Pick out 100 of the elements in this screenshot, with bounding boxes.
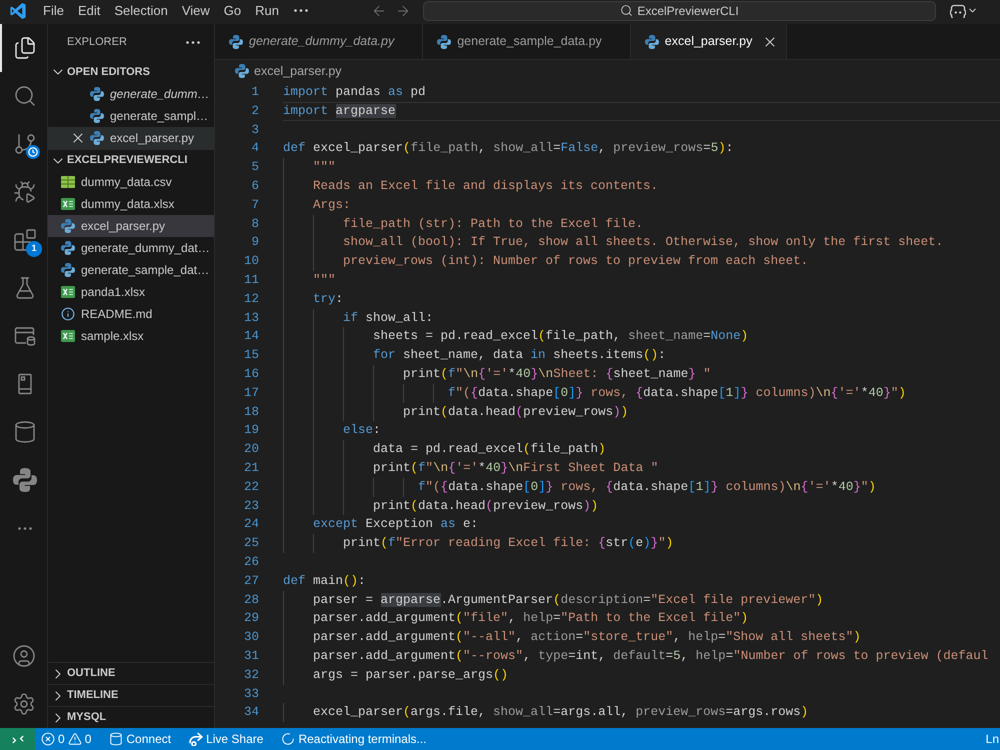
section-header[interactable]: TIMELINE <box>48 684 214 706</box>
code-line: preview_rows (int): Number of rows to preview from each sheet. <box>343 253 808 270</box>
code-line: args = parser.parse_args() <box>313 666 508 684</box>
line-number: 29 <box>242 610 260 628</box>
explorer-entry[interactable]: dummy_data.csv <box>48 171 214 193</box>
code-line: import pandas as pd <box>283 84 426 101</box>
section-header[interactable]: OPEN EDITORS <box>48 61 214 83</box>
account-icon <box>12 644 36 668</box>
code-line: data = pd.read_excel(file_path) <box>373 441 606 458</box>
python-icon <box>437 34 452 48</box>
errors-status-item[interactable]: 0 <box>35 728 67 750</box>
menu-item[interactable]: Selection <box>107 0 175 20</box>
menu-item[interactable]: Go <box>216 0 248 20</box>
menu-item[interactable]: View <box>174 0 217 20</box>
progress-status-item[interactable]: Reactivating terminals... <box>275 728 433 750</box>
explorer-entry[interactable]: README.md <box>48 303 214 325</box>
breadcrumb-item[interactable]: excel_parser.py <box>254 62 342 80</box>
open-editor-entry[interactable]: generate_dumm… <box>48 83 214 105</box>
explorer-entry[interactable]: panda1.xlsx <box>48 281 214 303</box>
remote-icon <box>12 734 24 744</box>
line-number: 21 <box>242 460 260 477</box>
more-icon <box>186 41 200 44</box>
line-number: 23 <box>242 498 260 515</box>
line-number: 20 <box>242 441 260 458</box>
line-number: 17 <box>242 384 260 402</box>
live-share-status-item[interactable]: Live Share <box>183 728 270 750</box>
code-line: sheets = pd.read_excel(file_path, sheet_name=None) <box>373 328 748 346</box>
warnings-status-item[interactable]: 0 <box>66 728 104 750</box>
spreadsheet-icon <box>61 330 75 342</box>
clock-badge-icon <box>26 145 40 159</box>
line-number: 16 <box>242 366 260 383</box>
code-line: """ <box>313 159 336 176</box>
warning-icon <box>68 732 82 746</box>
app-logo-icon <box>10 2 26 18</box>
line-number: 18 <box>242 404 260 421</box>
share-arrow-icon <box>189 732 204 746</box>
line-number: 12 <box>242 290 260 308</box>
code-line: file_path (str): Path to the Excel file. <box>343 216 644 233</box>
section-header[interactable]: EXCELPREVIEWERCLI <box>48 149 214 171</box>
python-icon <box>235 64 249 78</box>
code-line: excel_parser(args.file, show_all=args.all, preview_rows=args.rows) <box>313 704 808 722</box>
line-number: 30 <box>242 629 260 646</box>
search-icon <box>620 4 634 17</box>
extensions-button[interactable]: 1 <box>0 216 48 264</box>
notification-count: 1 <box>26 241 42 257</box>
code-line: parser = argparse.ArgumentParser(description="Excel file previewer") <box>313 592 824 609</box>
python-icon <box>229 34 243 48</box>
menu-item[interactable]: File <box>36 0 71 20</box>
line-number: 6 <box>250 178 260 195</box>
code-line: def excel_parser(file_path, show_all=False, preview_rows=5): <box>283 140 734 158</box>
explorer-entry[interactable]: excel_parser.py <box>48 215 214 237</box>
python-icon <box>90 109 104 123</box>
line-number: 1 <box>250 84 260 101</box>
line-number: 7 <box>250 196 260 214</box>
line-number: 10 <box>242 253 260 270</box>
editor-tab[interactable]: generate_dummy_data.py <box>215 24 424 59</box>
robot-icon <box>950 4 966 18</box>
editor-tab[interactable]: excel_parser.py <box>630 24 788 59</box>
connect-status-item[interactable]: Connect <box>103 728 178 750</box>
explorer-entry[interactable]: sample.xlsx <box>48 325 214 347</box>
line-number: 22 <box>242 478 260 496</box>
code-line: except Exception as e: <box>313 516 478 534</box>
code-line: try: <box>313 290 344 308</box>
menu-item[interactable]: Edit <box>70 0 108 20</box>
blocks-icon <box>13 228 37 252</box>
python-icon <box>644 34 659 48</box>
section-header[interactable]: OUTLINE <box>48 662 214 684</box>
position-status-item[interactable]: Ln <box>986 728 1000 750</box>
line-number: 14 <box>242 328 260 346</box>
explorer-entry[interactable]: dummy_data.xlsx <box>48 193 214 215</box>
code-line: parser.add_argument("--rows", type=int, default=5, help="Number of rows to preview (defaul <box>313 648 988 665</box>
command-center-search[interactable]: ExcelPreviewerCLI <box>423 0 936 20</box>
code-line: print(f"\n{'='*40}\nSheet: {sheet_name} " <box>403 366 711 383</box>
explorer-entry[interactable]: generate_sample_dat… <box>48 259 214 281</box>
code-line: def main(): <box>283 572 366 590</box>
line-number: 26 <box>242 554 260 571</box>
line-number: 25 <box>242 535 260 552</box>
database-icon <box>109 732 124 746</box>
spreadsheet-icon <box>61 198 75 210</box>
grid-icon <box>61 176 75 188</box>
python-icon <box>90 131 104 145</box>
explorer-entry[interactable]: generate_dummy_dat… <box>48 237 214 259</box>
spinner-icon <box>281 732 296 746</box>
line-number: 8 <box>250 216 260 233</box>
sidebar-title: EXPLORER <box>67 35 127 50</box>
more-icon <box>294 9 308 12</box>
code-line: Args: <box>313 196 351 214</box>
open-editor-entry[interactable]: generate_sampl… <box>48 105 214 127</box>
play-bug-icon <box>13 180 37 204</box>
more-icon <box>18 526 32 530</box>
menu-item[interactable]: Run <box>248 0 286 20</box>
open-editor-entry[interactable]: excel_parser.py <box>48 127 214 149</box>
line-number: 34 <box>242 704 260 722</box>
error-icon <box>41 732 55 746</box>
code-line: import argparse <box>283 102 396 120</box>
remote-button[interactable] <box>0 728 35 750</box>
cylinder-icon <box>13 420 37 444</box>
line-number: 2 <box>250 102 260 120</box>
line-number: 5 <box>250 159 260 176</box>
line-number: 15 <box>242 347 260 364</box>
